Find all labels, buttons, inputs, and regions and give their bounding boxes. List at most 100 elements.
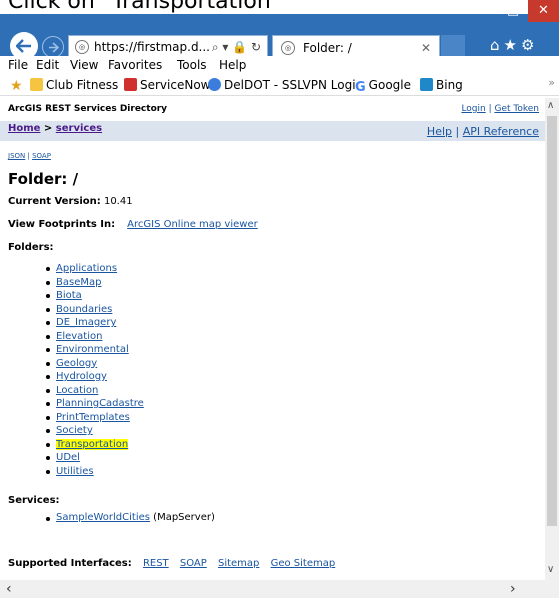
interface-rest-link[interactable]: REST <box>143 558 169 569</box>
browser-window: Click on "Transportation" – □ ✕ ◎ https:… <box>0 0 559 598</box>
format-links: JSON | SOAP <box>8 152 51 160</box>
folders-heading: Folders: <box>8 242 54 253</box>
json-link[interactable]: JSON <box>8 152 25 160</box>
services-heading: Services: <box>8 495 60 506</box>
directory-header: ArcGIS REST Services Directory Login | G… <box>0 104 545 120</box>
list-item: Geology <box>46 357 144 371</box>
gear-icon[interactable]: ⚙ <box>521 36 538 54</box>
folder-link-transportation[interactable]: Transportation <box>56 438 129 450</box>
scroll-down-icon[interactable]: ∨ <box>547 564 554 575</box>
soap-link[interactable]: SOAP <box>32 152 51 160</box>
ie-page-icon <box>208 78 221 91</box>
menu-view[interactable]: View <box>70 58 98 72</box>
folder-link-udel[interactable]: UDel <box>56 452 80 463</box>
scrollbar-thumb[interactable] <box>547 116 557 526</box>
maximize-button[interactable]: □ <box>498 0 528 22</box>
forward-arrow-icon <box>49 42 59 53</box>
browser-toolbar-icons: ⌂★⚙ <box>490 36 538 54</box>
folder-link-society[interactable]: Society <box>56 425 93 436</box>
horizontal-scrollbar[interactable]: ‹ › <box>0 580 559 598</box>
favorites-star-icon[interactable]: ★ <box>504 36 521 54</box>
interface-geo-sitemap-link[interactable]: Geo Sitemap <box>271 558 336 569</box>
login-link[interactable]: Login <box>461 104 485 114</box>
interface-soap-link[interactable]: SOAP <box>180 558 207 569</box>
folder-link-planningcadastre[interactable]: PlanningCadastre <box>56 398 144 409</box>
list-item: Location <box>46 384 144 398</box>
api-reference-link[interactable]: API Reference <box>463 125 539 138</box>
address-tools-icon[interactable]: ⌕ ▾ 🔒 ↻ <box>212 36 261 58</box>
list-item: Elevation <box>46 330 144 344</box>
current-version: Current Version: 10.41 <box>8 196 133 207</box>
favorite-google[interactable]: G Google <box>355 78 411 95</box>
tab-site-icon: ◎ <box>281 41 295 55</box>
map-viewer-link[interactable]: ArcGIS Online map viewer <box>127 219 258 230</box>
list-item: PrintTemplates <box>46 411 144 425</box>
view-footprints: View Footprints In: ArcGIS Online map vie… <box>8 219 258 230</box>
site-icon: ◎ <box>75 40 89 54</box>
folder-link-utilities[interactable]: Utilities <box>56 466 94 477</box>
favorite-club-fitness[interactable]: Club Fitness <box>30 78 118 92</box>
favorite-bing[interactable]: Bing <box>420 78 463 92</box>
home-icon[interactable]: ⌂ <box>490 36 504 54</box>
page-content: ArcGIS REST Services Directory Login | G… <box>0 98 545 580</box>
list-item: Society <box>46 424 144 438</box>
favorites-bar: ★ Club Fitness ServiceNow DelDOT - SSLVP… <box>0 76 559 96</box>
scroll-up-icon[interactable]: ∧ <box>547 100 554 111</box>
auth-links: Login | Get Token <box>461 104 539 114</box>
folder-link-hydrology[interactable]: Hydrology <box>56 371 107 382</box>
add-favorite-icon[interactable]: ★ <box>10 78 23 94</box>
folder-link-location[interactable]: Location <box>56 385 98 396</box>
folder-link-printtemplates[interactable]: PrintTemplates <box>56 412 130 423</box>
folder-link-geology[interactable]: Geology <box>56 358 97 369</box>
folder-link-de-imagery[interactable]: DE_Imagery <box>56 317 116 328</box>
breadcrumb: Home > services <box>8 123 103 134</box>
help-links: Help | API Reference <box>426 125 539 138</box>
folder-list: Applications BaseMap Biota Boundaries DE… <box>46 262 144 479</box>
breadcrumb-services-link[interactable]: services <box>56 123 102 134</box>
service-link-sampleworldcities[interactable]: SampleWorldCities <box>56 512 150 523</box>
menu-bar: File Edit View Favorites Tools Help <box>0 56 559 74</box>
list-item: Utilities <box>46 465 144 479</box>
vertical-scrollbar[interactable]: ∧ ∨ <box>545 98 559 580</box>
list-item: Biota <box>46 289 144 303</box>
forward-button[interactable] <box>42 36 64 58</box>
breadcrumb-home-link[interactable]: Home <box>8 123 40 134</box>
more-favorites-chevron-icon[interactable]: » <box>548 76 555 89</box>
folder-link-environmental[interactable]: Environmental <box>56 344 129 355</box>
close-window-button[interactable]: ✕ <box>528 0 559 22</box>
club-fitness-icon <box>30 78 43 91</box>
breadcrumb-bar: Home > services Help | API Reference <box>0 121 545 141</box>
directory-title: ArcGIS REST Services Directory <box>8 104 168 114</box>
menu-tools[interactable]: Tools <box>177 58 207 72</box>
interface-sitemap-link[interactable]: Sitemap <box>218 558 259 569</box>
google-icon: G <box>355 80 366 95</box>
list-item: Transportation <box>46 438 144 452</box>
favorite-deldot-vpn[interactable]: DelDOT - SSLVPN Login <box>208 78 363 92</box>
menu-favorites[interactable]: Favorites <box>108 58 162 72</box>
folder-link-boundaries[interactable]: Boundaries <box>56 304 112 315</box>
favorite-servicenow[interactable]: ServiceNow <box>124 78 210 92</box>
list-item: DE_Imagery <box>46 316 144 330</box>
menu-help[interactable]: Help <box>219 58 246 72</box>
list-item: Applications <box>46 262 144 276</box>
help-link[interactable]: Help <box>427 125 452 138</box>
list-item: Boundaries <box>46 303 144 317</box>
servicenow-icon <box>124 78 137 91</box>
scroll-left-icon[interactable]: ‹ <box>6 581 12 597</box>
minimize-button[interactable]: – <box>466 0 496 22</box>
folder-link-biota[interactable]: Biota <box>56 290 82 301</box>
menu-file[interactable]: File <box>8 58 28 72</box>
get-token-link[interactable]: Get Token <box>494 104 539 114</box>
scroll-right-icon[interactable]: › <box>510 581 516 597</box>
folder-link-basemap[interactable]: BaseMap <box>56 277 101 288</box>
folder-link-elevation[interactable]: Elevation <box>56 331 102 342</box>
address-url: https://firstmap.d... <box>94 40 210 54</box>
supported-interfaces: Supported Interfaces: REST SOAP Sitemap … <box>8 558 336 569</box>
list-item: UDel <box>46 451 144 465</box>
bing-icon <box>420 78 433 91</box>
list-item: Hydrology <box>46 370 144 384</box>
list-item: SampleWorldCities (MapServer) <box>46 512 215 523</box>
menu-edit[interactable]: Edit <box>36 58 59 72</box>
service-list: SampleWorldCities (MapServer) <box>46 512 215 523</box>
folder-link-applications[interactable]: Applications <box>56 263 117 274</box>
